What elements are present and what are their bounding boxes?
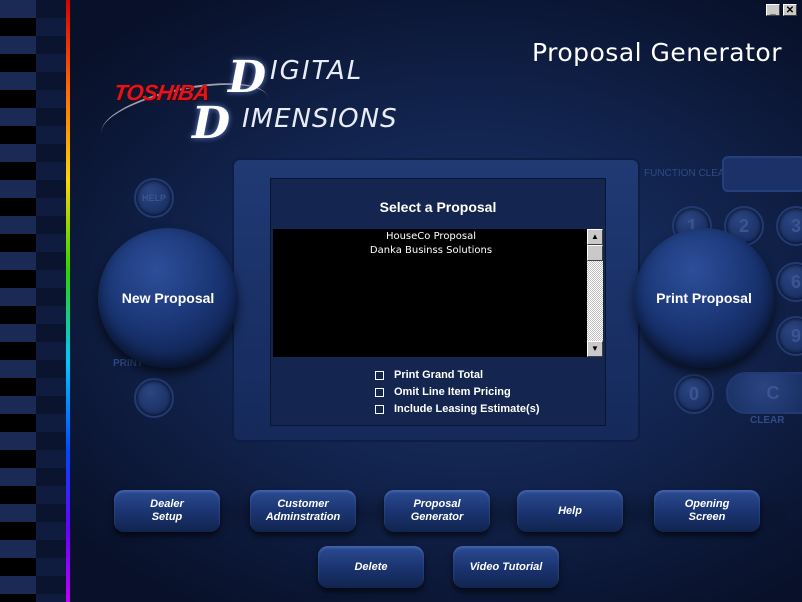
toshiba-digital-dimensions-logo: TOSHIBA D IGITAL D IMENSIONS [96,50,400,160]
app-title: Proposal Generator [531,38,782,67]
list-item[interactable]: HouseCo Proposal [273,230,589,244]
option-label: Include Leasing Estimate(s) [394,403,540,415]
option-label: Omit Line Item Pricing [394,386,511,398]
checkbox[interactable] [375,387,384,397]
panel-title: Select a Proposal [379,199,497,215]
opening-screen-button[interactable]: Opening Screen [654,490,760,532]
print-proposal-button[interactable]: Print Proposal [634,228,774,368]
bg-key-c: C [726,372,802,414]
rainbow-bar-decoration [66,0,70,602]
bg-key-6: 6 [776,262,802,302]
bg-clear-label: CLEAR [750,415,785,426]
proposal-list[interactable]: HouseCo Proposal Danka Businss Solutions [273,229,589,357]
option-print-grand-total[interactable]: Print Grand Total [375,368,483,382]
customer-admin-button[interactable]: Customer Adminstration [250,490,356,532]
bg-key-3: 3 [776,206,802,246]
list-item[interactable]: Danka Businss Solutions [273,244,589,258]
bg-print-key [134,378,174,418]
logo-word-2: IMENSIONS [242,104,398,134]
bg-key-0: 0 [674,374,714,414]
new-proposal-label: New Proposal [121,290,215,306]
proposal-panel: Select a Proposal HouseCo Proposal Danka… [270,178,606,426]
minimize-button[interactable]: _ [766,4,780,16]
scroll-up-icon[interactable]: ▲ [587,229,603,245]
bg-help-key: HELP [134,178,174,218]
bg-function-clear-key [722,156,802,192]
logo-initial-2: D [192,98,231,149]
list-scrollbar[interactable]: ▲ ▼ [587,229,603,357]
checkbox[interactable] [375,404,384,414]
option-omit-line-item-pricing[interactable]: Omit Line Item Pricing [375,385,511,399]
video-tutorial-button[interactable]: Video Tutorial [453,546,559,588]
dealer-setup-button[interactable]: Dealer Setup [114,490,220,532]
logo-initial-1: D [228,52,267,103]
option-include-leasing-estimate[interactable]: Include Leasing Estimate(s) [375,402,539,416]
scroll-thumb[interactable] [587,245,603,261]
scroll-down-icon[interactable]: ▼ [587,341,603,357]
logo-word-1: IGITAL [270,56,364,86]
delete-button[interactable]: Delete [318,546,424,588]
option-label: Print Grand Total [394,369,484,381]
print-proposal-label: Print Proposal [656,290,752,306]
checkbox[interactable] [375,370,384,380]
proposal-generator-button[interactable]: Proposal Generator [384,490,490,532]
bg-key-9: 9 [776,316,802,356]
app-window: _ ✕ Proposal Generator TOSHIBA D IGITAL … [0,0,802,602]
bg-function-clear-label: FUNCTION CLEAR [644,168,732,179]
close-button[interactable]: ✕ [783,4,797,16]
help-button[interactable]: Help [517,490,623,532]
new-proposal-button[interactable]: New Proposal [98,228,238,368]
film-strip-decoration [0,0,66,602]
